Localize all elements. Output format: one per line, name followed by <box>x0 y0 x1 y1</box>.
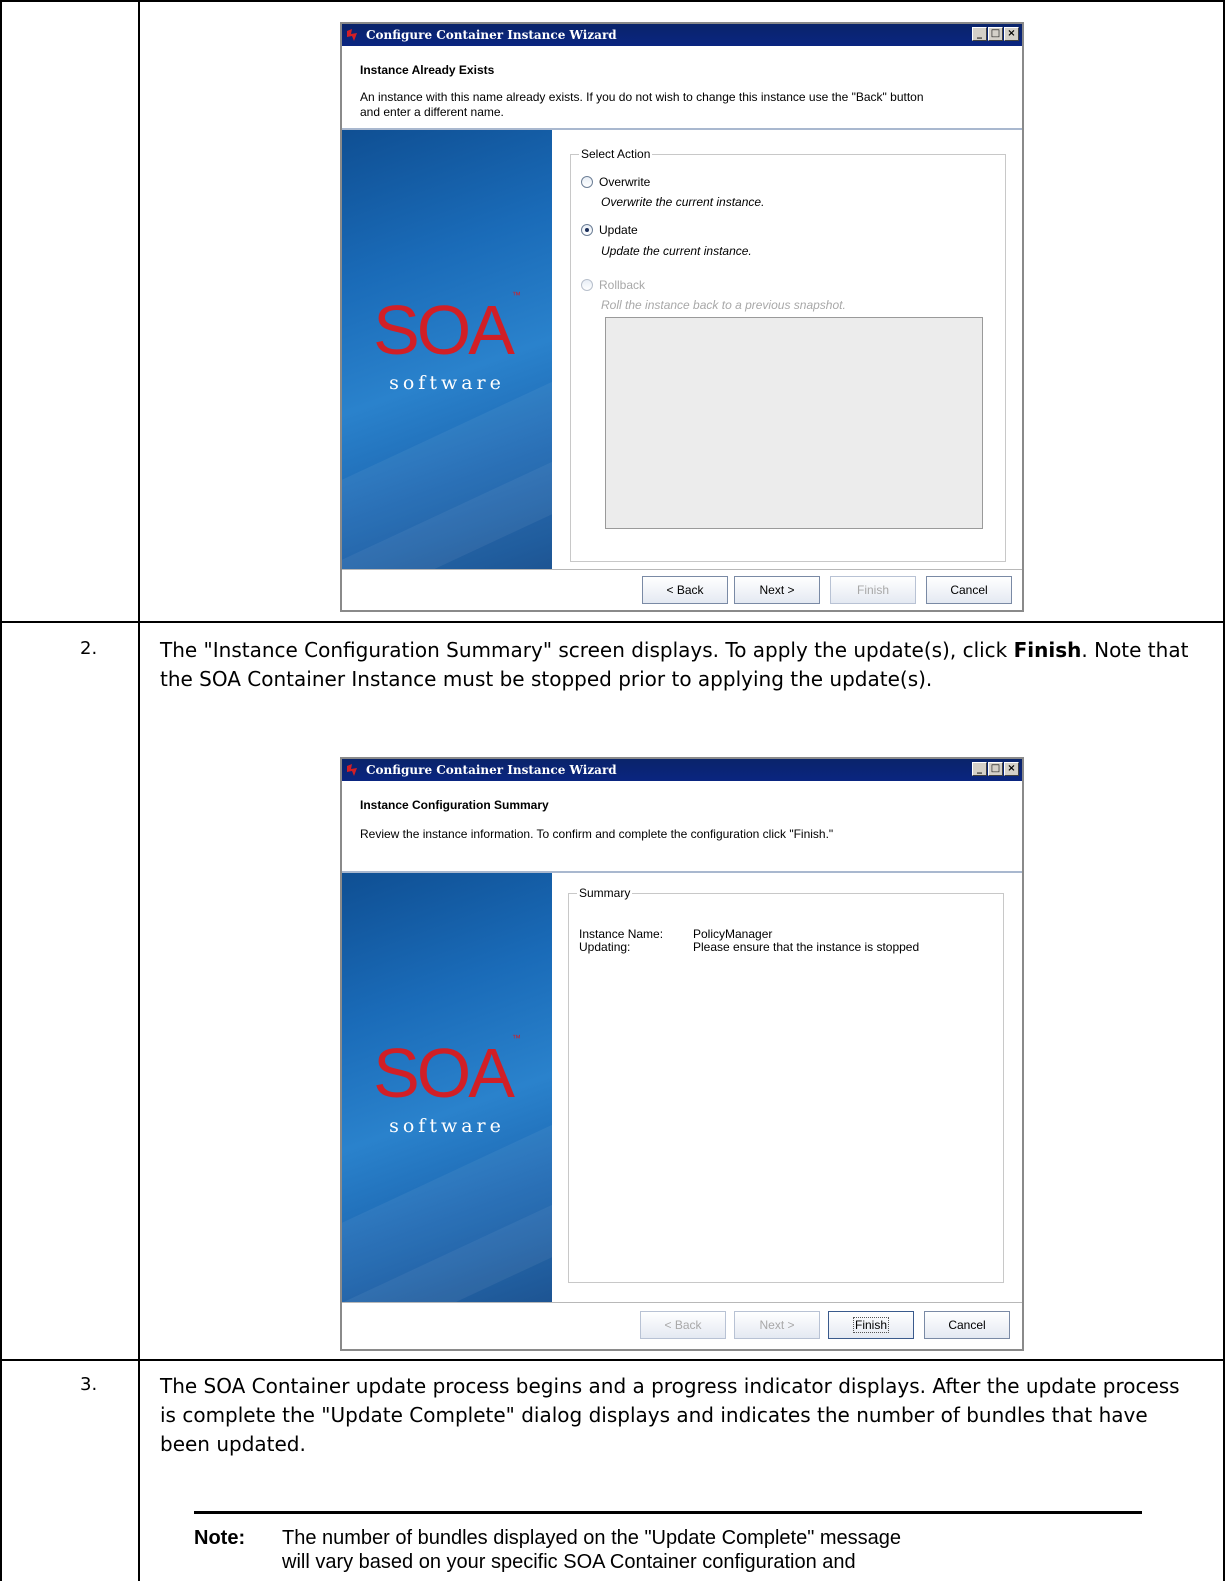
app-icon <box>347 29 357 41</box>
radio-update[interactable]: Update <box>581 223 638 237</box>
wizard-description-line-2: and enter a different name. <box>360 105 504 119</box>
table-row-divider-1 <box>0 621 1225 623</box>
maximize-button[interactable]: □ <box>988 762 1003 776</box>
minimize-button[interactable]: _ <box>972 762 987 776</box>
radio-button-rollback <box>581 279 593 291</box>
wizard-header: Instance Already Exists An instance with… <box>342 46 1022 130</box>
window-title: Configure Container Instance Wizard <box>366 763 617 777</box>
note-label: Note: <box>194 1527 246 1549</box>
radio-button-update[interactable] <box>581 224 593 236</box>
brand-side-panel: SOA™ software <box>342 873 552 1303</box>
step-number-3: 3. <box>80 1374 98 1395</box>
note-line-1: The number of bundles displayed on the "… <box>282 1527 902 1549</box>
summary-group: Summary Instance Name: PolicyManager Upda… <box>568 886 1004 1283</box>
wizard-window-instance-exists: Configure Container Instance Wizard _ □ … <box>340 22 1024 612</box>
note-rule <box>194 1511 1142 1514</box>
table-row-divider-2 <box>0 1359 1225 1361</box>
title-bar: Configure Container Instance Wizard _ □ … <box>342 24 1022 46</box>
app-icon <box>347 764 357 776</box>
window-title: Configure Container Instance Wizard <box>366 28 617 42</box>
radio-description-rollback: Roll the instance back to a previous sna… <box>601 298 846 312</box>
brand-side-panel: SOA™ software <box>342 130 552 572</box>
step-number-2: 2. <box>80 638 98 659</box>
summary-details: Instance Name: PolicyManager Updating: Ple… <box>579 928 919 954</box>
next-button: Next > <box>734 1311 820 1339</box>
cancel-button[interactable]: Cancel <box>924 1311 1010 1339</box>
radio-label-update: Update <box>599 223 638 237</box>
group-title: Summary <box>577 886 633 900</box>
radio-description-overwrite: Overwrite the current instance. <box>601 195 765 209</box>
note: Note: The number of bundles displayed on … <box>194 1526 1154 1574</box>
summary-row-updating: Updating: Please ensure that the instance… <box>579 940 920 954</box>
soa-logo-subtitle: software <box>389 1115 505 1137</box>
wizard-heading: Instance Already Exists <box>360 63 495 77</box>
title-bar: Configure Container Instance Wizard _ □ … <box>342 759 1022 781</box>
wizard-content: Select Action Overwrite Overwrite the cu… <box>552 130 1022 572</box>
finish-button[interactable]: Finish <box>828 1311 914 1339</box>
finish-button: Finish <box>830 576 916 604</box>
step-text-3: The SOA Container update process begins … <box>160 1374 1180 1456</box>
snapshot-list <box>605 317 983 529</box>
note-line-2: will vary based on your specific SOA Con… <box>282 1551 856 1573</box>
soa-logo-subtitle: software <box>389 372 505 394</box>
select-action-group: Select Action Overwrite Overwrite the cu… <box>570 147 1006 562</box>
table-border-left <box>0 0 2 1581</box>
soa-logo: SOA™ <box>373 290 521 369</box>
radio-button-overwrite[interactable] <box>581 176 593 188</box>
close-button[interactable]: × <box>1004 27 1019 41</box>
wizard-content: Summary Instance Name: PolicyManager Upda… <box>552 873 1022 1303</box>
table-border-top <box>0 0 1225 2</box>
wizard-description-line-1: An instance with this name already exist… <box>360 90 924 104</box>
step-text-2: The "Instance Configuration Summary" scr… <box>160 638 1189 691</box>
finish-emphasis: Finish <box>1013 638 1082 662</box>
back-button: < Back <box>640 1311 726 1339</box>
wizard-description: Review the instance information. To conf… <box>360 827 834 841</box>
cancel-button[interactable]: Cancel <box>926 576 1012 604</box>
radio-label-overwrite: Overwrite <box>599 175 651 189</box>
radio-description-update: Update the current instance. <box>601 244 752 258</box>
wizard-button-bar: < Back Next > Finish Cancel <box>342 1302 1022 1349</box>
wizard-header: Instance Configuration Summary Review th… <box>342 781 1022 873</box>
maximize-button[interactable]: □ <box>988 27 1003 41</box>
close-button[interactable]: × <box>1004 762 1019 776</box>
next-button[interactable]: Next > <box>734 576 820 604</box>
minimize-button[interactable]: _ <box>972 27 987 41</box>
wizard-heading: Instance Configuration Summary <box>360 798 549 812</box>
soa-logo: SOA™ <box>373 1033 521 1112</box>
back-button[interactable]: < Back <box>642 576 728 604</box>
radio-overwrite[interactable]: Overwrite <box>581 175 650 189</box>
radio-rollback: Rollback <box>581 278 645 292</box>
radio-label-rollback: Rollback <box>599 278 646 292</box>
group-title: Select Action <box>579 147 653 161</box>
wizard-window-summary: Configure Container Instance Wizard _ □ … <box>340 757 1024 1351</box>
wizard-button-bar: < Back Next > Finish Cancel <box>342 569 1022 610</box>
table-column-divider <box>138 0 140 1581</box>
